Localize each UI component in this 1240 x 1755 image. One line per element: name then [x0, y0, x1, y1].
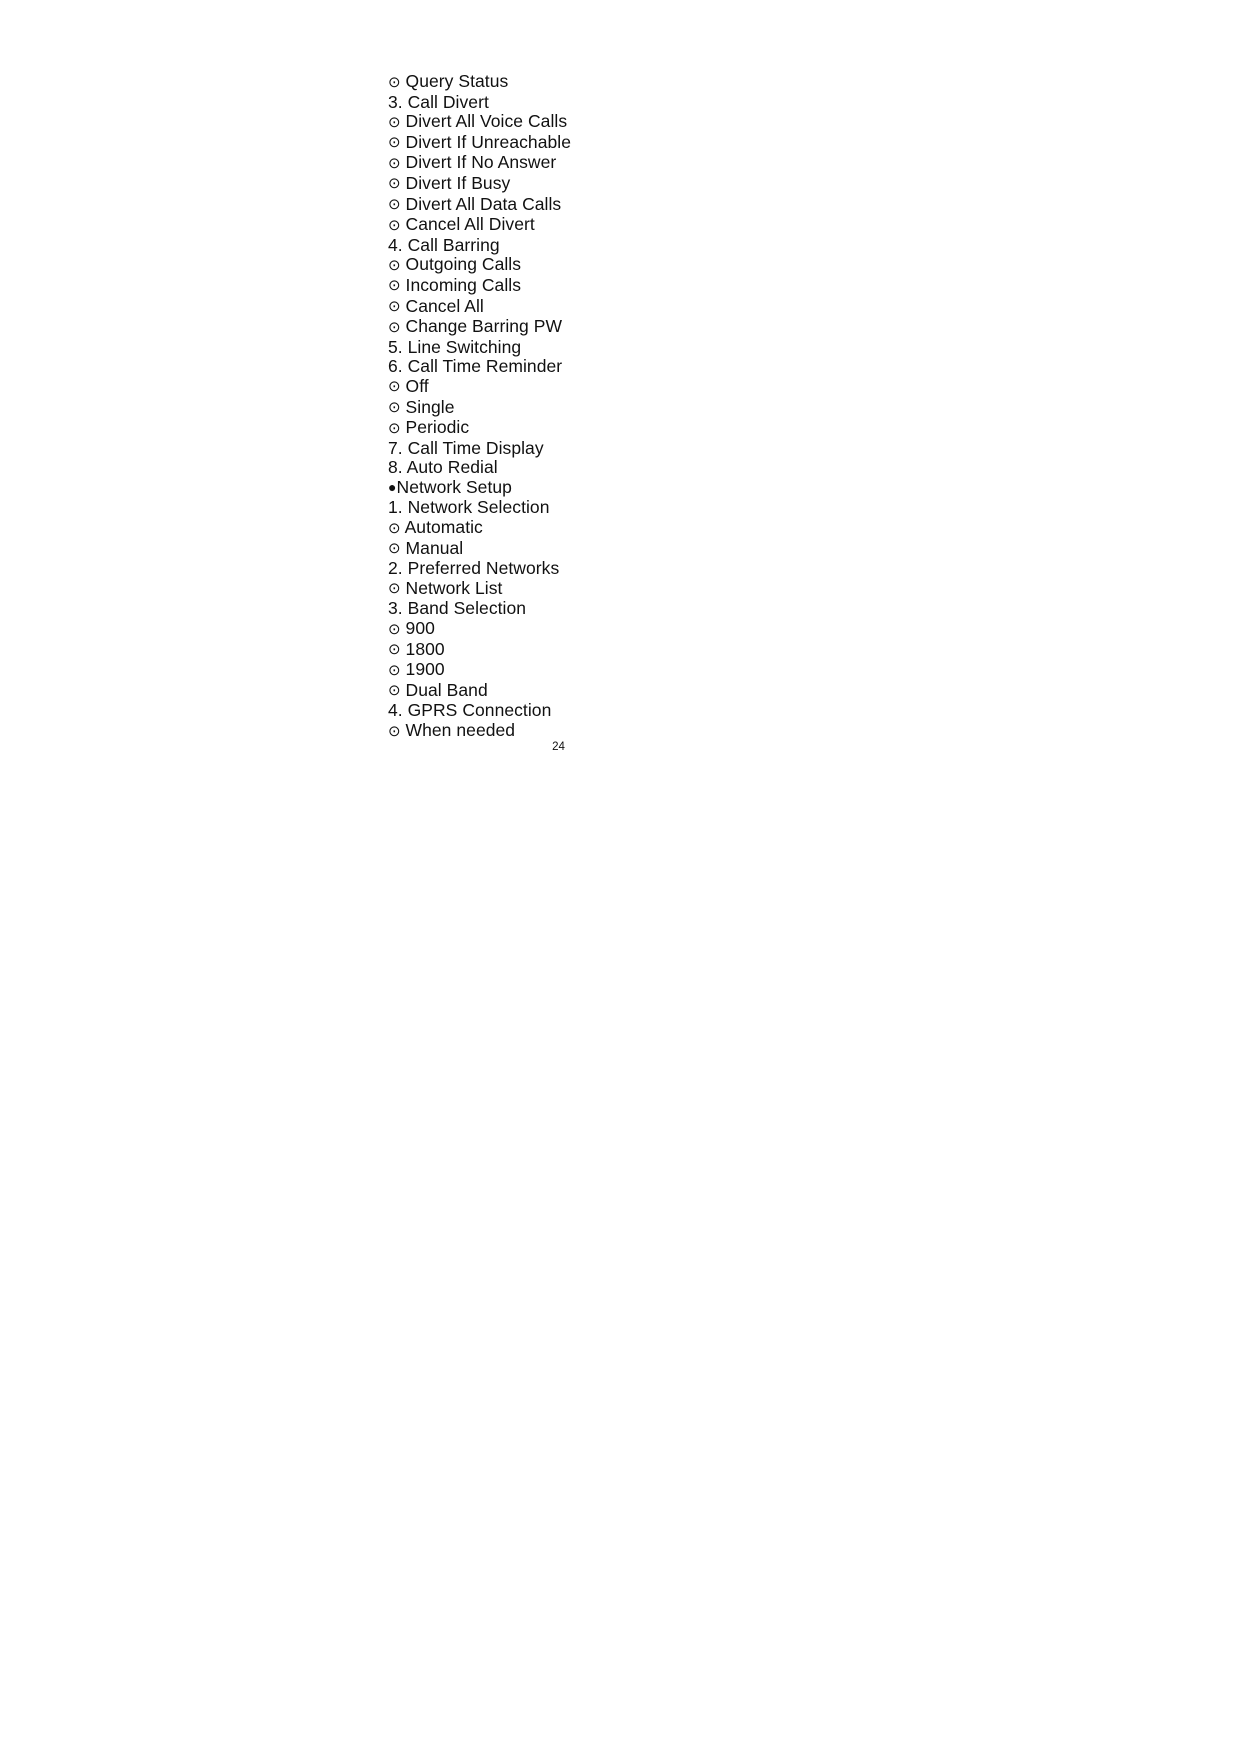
menu-line-label: 3. Call Divert — [388, 91, 489, 112]
menu-line-label: Network Setup — [396, 476, 512, 497]
menu-line: ⊙ Divert All Data Calls — [388, 193, 1088, 216]
menu-line: 5. Line Switching — [388, 336, 1088, 358]
menu-line-label: Cancel All Divert — [405, 214, 535, 235]
menu-line: ⊙ Off — [388, 375, 1088, 398]
circled-dot-bullet-icon: ⊙ — [388, 73, 401, 91]
menu-line-label: Query Status — [405, 71, 509, 91]
menu-line: 6. Call Time Reminder — [388, 357, 1088, 377]
menu-line-label: Incoming Calls — [405, 274, 522, 295]
circled-dot-bullet-icon: ⊙ — [388, 154, 401, 172]
circled-dot-bullet-icon: ⊙ — [388, 277, 401, 295]
menu-line: ⊙ Periodic — [388, 417, 1088, 439]
menu-line: ⊙ Divert If Unreachable — [388, 131, 1088, 154]
menu-line: 4. GPRS Connection — [388, 701, 1088, 721]
menu-line: ⊙ When needed — [388, 720, 1088, 742]
menu-line-label: 4. GPRS Connection — [388, 700, 552, 721]
menu-line: ⊙ 900 — [388, 618, 1088, 640]
menu-line-label: 8. Auto Redial — [388, 457, 498, 478]
circled-dot-bullet-icon: ⊙ — [388, 378, 401, 396]
menu-line: ⊙ Divert If No Answer — [388, 153, 1088, 174]
menu-line-label: Automatic — [404, 517, 483, 538]
circled-dot-bullet-icon: ⊙ — [388, 519, 401, 537]
menu-line-label: Manual — [405, 537, 464, 558]
menu-line: ⊙ Divert All Voice Calls — [388, 111, 1088, 133]
menu-line-label: Divert If No Answer — [405, 152, 557, 173]
menu-line: ⊙ 1800 — [388, 638, 1088, 661]
document-page: ⊙ Query Status 3. Call Divert ⊙ Divert All… — [0, 0, 1240, 1755]
menu-line: ⊙ Outgoing Calls — [388, 255, 1088, 276]
menu-line-label: 5. Line Switching — [388, 336, 522, 357]
menu-line-label: Off — [405, 375, 429, 396]
menu-line-label: Cancel All — [405, 295, 484, 316]
menu-line: ⊙ Divert If Busy — [388, 172, 1088, 195]
menu-line: 7. Call Time Display — [388, 437, 1088, 459]
menu-line: ⊙ Manual — [388, 537, 1088, 560]
menu-line: ⊙ Network List — [388, 577, 1088, 600]
menu-line-label: Divert All Voice Calls — [405, 111, 568, 132]
circled-dot-bullet-icon: ⊙ — [388, 216, 401, 234]
menu-line-label: Divert If Busy — [405, 172, 511, 193]
menu-line: 2. Preferred Networks — [388, 558, 1088, 579]
menu-line-label: 7. Call Time Display — [388, 437, 544, 458]
menu-tree-list: ⊙ Query Status 3. Call Divert ⊙ Divert All… — [388, 71, 1088, 742]
menu-line-label: Divert All Data Calls — [405, 193, 562, 214]
circled-dot-bullet-icon: ⊙ — [388, 682, 401, 700]
circled-dot-bullet-icon: ⊙ — [388, 641, 401, 659]
menu-line: ⊙ 1900 — [388, 659, 1088, 681]
menu-line: ⊙ Incoming Calls — [388, 274, 1088, 297]
menu-line: 3. Band Selection — [388, 599, 1088, 619]
circled-dot-bullet-icon: ⊙ — [388, 113, 401, 131]
circled-dot-bullet-icon: ⊙ — [388, 256, 401, 274]
menu-line: ⊙ Change Barring PW — [388, 316, 1088, 338]
circled-dot-bullet-icon: ⊙ — [388, 175, 401, 193]
menu-line: 8. Auto Redial — [388, 457, 1088, 478]
circled-dot-bullet-icon: ⊙ — [388, 134, 401, 152]
page-number: 24 — [552, 741, 565, 753]
circled-dot-bullet-icon: ⊙ — [388, 318, 401, 336]
menu-line: 1. Network Selection — [388, 498, 1088, 518]
menu-line-label: 3. Band Selection — [388, 598, 527, 619]
circled-dot-bullet-icon: ⊙ — [388, 580, 401, 598]
menu-line: 3. Call Divert — [388, 91, 1088, 113]
menu-line-label: Network List — [405, 577, 503, 598]
menu-line: ⊙ Automatic — [388, 517, 1088, 539]
circled-dot-bullet-icon: ⊙ — [388, 540, 401, 558]
menu-line-label: Divert If Unreachable — [405, 131, 571, 152]
menu-line-label: Periodic — [405, 417, 470, 438]
circled-dot-bullet-icon: ⊙ — [388, 196, 401, 214]
menu-line-label: 2. Preferred Networks — [388, 558, 560, 579]
circled-dot-bullet-icon: ⊙ — [388, 661, 401, 679]
filled-disc-bullet-icon: ● — [388, 478, 397, 495]
menu-line: 4. Call Barring — [388, 234, 1088, 256]
menu-line-label: When needed — [405, 720, 516, 740]
menu-line-label: Outgoing Calls — [405, 254, 522, 275]
menu-line-label: Change Barring PW — [405, 316, 563, 337]
circled-dot-bullet-icon: ⊙ — [388, 419, 401, 437]
menu-line-label: 6. Call Time Reminder — [388, 356, 563, 377]
menu-line: ⊙ Query Status — [388, 71, 1088, 93]
menu-line-label: 900 — [405, 618, 435, 639]
circled-dot-bullet-icon: ⊙ — [388, 620, 401, 638]
circled-dot-bullet-icon: ⊙ — [388, 399, 401, 416]
menu-line-label: 1800 — [405, 638, 445, 659]
menu-line-label: 1900 — [405, 659, 445, 680]
menu-line: ⊙ Cancel All Divert — [388, 214, 1088, 236]
circled-dot-bullet-icon: ⊙ — [388, 722, 401, 740]
menu-line: ⊙ Cancel All — [388, 295, 1088, 318]
menu-line-label: 1. Network Selection — [388, 497, 550, 518]
menu-line-label: Dual Band — [405, 679, 488, 700]
menu-line-label: 4. Call Barring — [388, 234, 500, 255]
menu-line: ⊙ Single — [388, 396, 1088, 419]
menu-line-label: Single — [405, 396, 455, 417]
circled-dot-bullet-icon: ⊙ — [388, 298, 401, 316]
menu-line: ⊙ Dual Band — [388, 679, 1088, 702]
menu-line: ●Network Setup — [388, 476, 1088, 499]
